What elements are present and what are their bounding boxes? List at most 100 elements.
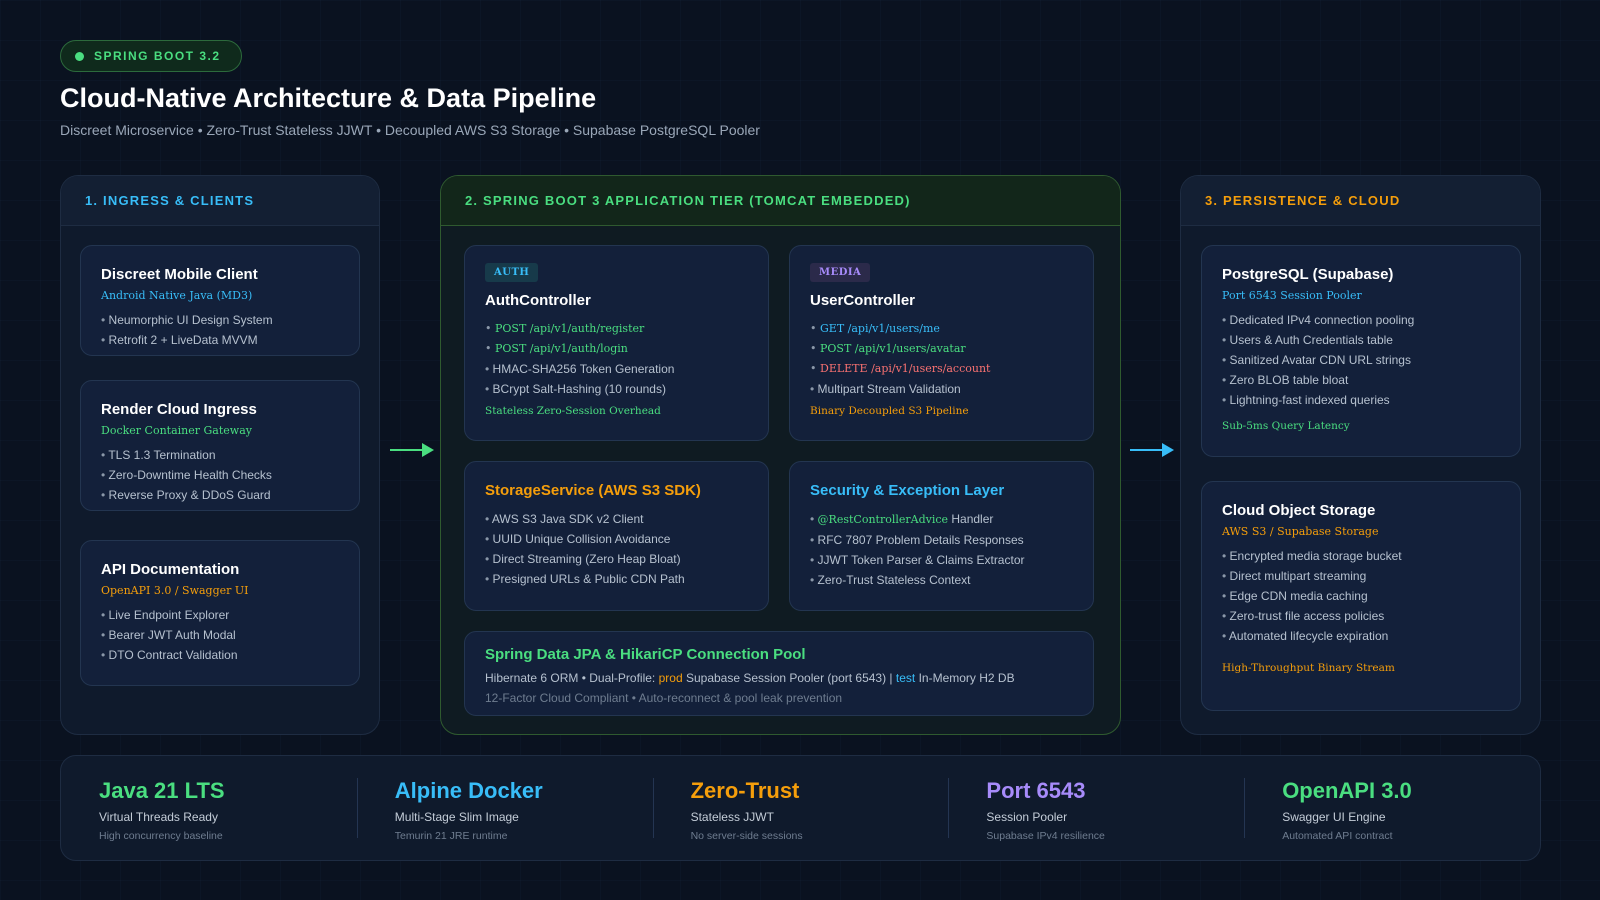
stat-java: Java 21 LTS Virtual Threads Ready High c… (61, 756, 357, 860)
version-badge: SPRING BOOT 3.2 (60, 40, 242, 72)
persistence-panel: 3. PERSISTENCE & CLOUD PostgreSQL (Supab… (1180, 175, 1541, 735)
stat-value: OpenAPI 3.0 (1282, 778, 1412, 803)
page-subtitle: Discreet Microservice • Zero-Trust State… (60, 122, 760, 138)
ingress-to-app-arrow-icon (390, 443, 434, 457)
stat-value: Zero-Trust (690, 778, 800, 803)
stat-value: Java 21 LTS (99, 778, 225, 803)
bullet: UUID Unique Collision Avoidance (485, 529, 748, 549)
endpoint-avatar: POST /api/v1/users/avatar (810, 339, 1073, 359)
bullet: Retrofit 2 + LiveData MVVM (101, 330, 339, 350)
media-tag: MEDIA (810, 263, 871, 282)
ingress-panel: 1. INGRESS & CLIENTS Discreet Mobile Cli… (60, 175, 380, 735)
card-title: AuthController (485, 292, 591, 309)
jpa-hikari-card: Spring Data JPA & HikariCP Connection Po… (464, 631, 1094, 716)
bullet: Lightning-fast indexed queries (1222, 390, 1500, 410)
bullet: Zero-Downtime Health Checks (101, 465, 339, 485)
app-to-persistence-arrow-icon (1130, 443, 1174, 457)
ingress-heading: 1. INGRESS & CLIENTS (61, 176, 379, 226)
security-layer-card: Security & Exception Layer @RestControll… (789, 461, 1094, 611)
status-dot-icon (75, 51, 84, 61)
bullet: Reverse Proxy & DDoS Guard (101, 485, 339, 505)
auth-tag: AUTH (485, 263, 539, 282)
jpa-compliance-line: 12-Factor Cloud Compliant • Auto-reconne… (485, 691, 843, 705)
bullet: TLS 1.3 Termination (101, 445, 339, 465)
endpoint-me: GET /api/v1/users/me (810, 319, 1073, 339)
card-title: PostgreSQL (Supabase) (1222, 266, 1394, 283)
card-note: Sub-5ms Query Latency (1222, 420, 1350, 432)
card-note: High-Throughput Binary Stream (1222, 662, 1395, 674)
bullet: JJWT Token Parser & Claims Extractor (810, 550, 1073, 570)
bullet: RFC 7807 Problem Details Responses (810, 530, 1073, 550)
card-title: UserController (810, 292, 916, 309)
bullet: Multipart Stream Validation (810, 379, 1073, 399)
bullet: Zero-trust file access policies (1222, 606, 1500, 626)
stat-label: Virtual Threads Ready (99, 810, 218, 824)
bullet: Automated lifecycle expiration (1222, 626, 1500, 646)
bullet: Zero BLOB table bloat (1222, 370, 1500, 390)
bullet: Bearer JWT Auth Modal (101, 625, 339, 645)
card-title: API Documentation (101, 561, 240, 578)
stat-zero-trust: Zero-Trust Stateless JJWT No server-side… (652, 756, 949, 860)
bullet: AWS S3 Java SDK v2 Client (485, 509, 748, 529)
stats-bar: Java 21 LTS Virtual Threads Ready High c… (60, 755, 1541, 861)
bullet: Presigned URLs & Public CDN Path (485, 569, 748, 589)
bullet: Encrypted media storage bucket (1222, 546, 1500, 566)
card-title: Discreet Mobile Client (101, 266, 258, 283)
jpa-profile-line: Hibernate 6 ORM • Dual-Profile: prod Sup… (485, 671, 1015, 685)
card-note: Binary Decoupled S3 Pipeline (810, 405, 969, 417)
postgres-card: PostgreSQL (Supabase) Port 6543 Session … (1201, 245, 1521, 457)
stat-port: Port 6543 Session Pooler Supabase IPv4 r… (948, 756, 1244, 860)
endpoint-register: POST /api/v1/auth/register (485, 319, 748, 339)
card-subtitle: Docker Container Gateway (101, 424, 252, 437)
card-note: Stateless Zero-Session Overhead (485, 405, 661, 417)
bullet: Sanitized Avatar CDN URL strings (1222, 350, 1500, 370)
bullet: Live Endpoint Explorer (101, 605, 339, 625)
storage-service-card: StorageService (AWS S3 SDK) AWS S3 Java … (464, 461, 769, 611)
stat-note: Temurin 21 JRE runtime (394, 830, 508, 842)
bullet: @RestControllerAdvice Handler (810, 509, 1073, 530)
application-tier-heading: 2. SPRING BOOT 3 APPLICATION TIER (TOMCA… (441, 176, 1120, 226)
card-title: Render Cloud Ingress (101, 401, 257, 418)
auth-controller-card: AUTH AuthController POST /api/v1/auth/re… (464, 245, 769, 441)
bullet: Dedicated IPv4 connection pooling (1222, 310, 1500, 330)
mobile-client-card: Discreet Mobile Client Android Native Ja… (80, 245, 360, 356)
stat-label: Session Pooler (986, 810, 1068, 824)
bullet: Users & Auth Credentials table (1222, 330, 1500, 350)
stat-openapi: OpenAPI 3.0 Swagger UI Engine Automated … (1244, 756, 1540, 860)
api-docs-card: API Documentation OpenAPI 3.0 / Swagger … (80, 540, 360, 686)
bullet: Zero-Trust Stateless Context (810, 570, 1073, 590)
stat-note: No server-side sessions (690, 830, 803, 842)
stat-label: Multi-Stage Slim Image (394, 810, 519, 824)
application-tier-panel: 2. SPRING BOOT 3 APPLICATION TIER (TOMCA… (440, 175, 1121, 735)
card-subtitle: AWS S3 / Supabase Storage (1222, 525, 1379, 538)
stat-note: High concurrency baseline (99, 830, 223, 842)
user-controller-card: MEDIA UserController GET /api/v1/users/m… (789, 245, 1094, 441)
card-title: Cloud Object Storage (1222, 502, 1376, 519)
stat-value: Alpine Docker (394, 778, 543, 803)
card-subtitle: Port 6543 Session Pooler (1222, 289, 1362, 302)
page-title: Cloud-Native Architecture & Data Pipelin… (60, 83, 597, 113)
render-ingress-card: Render Cloud Ingress Docker Container Ga… (80, 380, 360, 511)
stat-docker: Alpine Docker Multi-Stage Slim Image Tem… (356, 756, 653, 860)
card-title: Spring Data JPA & HikariCP Connection Po… (485, 646, 806, 663)
card-subtitle: Android Native Java (MD3) (101, 289, 253, 302)
bullet: Edge CDN media caching (1222, 586, 1500, 606)
bullet: Neumorphic UI Design System (101, 310, 339, 330)
stat-note: Automated API contract (1282, 830, 1393, 842)
badge-label: SPRING BOOT 3.2 (94, 49, 221, 63)
bullet: BCrypt Salt-Hashing (10 rounds) (485, 379, 748, 399)
card-title: StorageService (AWS S3 SDK) (485, 482, 701, 499)
endpoint-login: POST /api/v1/auth/login (485, 339, 748, 359)
stat-label: Stateless JJWT (690, 810, 774, 824)
card-subtitle: OpenAPI 3.0 / Swagger UI (101, 584, 249, 597)
card-title: Security & Exception Layer (810, 482, 1005, 499)
bullet: DTO Contract Validation (101, 645, 339, 665)
persistence-heading: 3. PERSISTENCE & CLOUD (1181, 176, 1540, 226)
stat-note: Supabase IPv4 resilience (986, 830, 1105, 842)
object-storage-card: Cloud Object Storage AWS S3 / Supabase S… (1201, 481, 1521, 711)
bullet: Direct multipart streaming (1222, 566, 1500, 586)
endpoint-delete-account: DELETE /api/v1/users/account (810, 359, 1073, 379)
stat-label: Swagger UI Engine (1282, 810, 1386, 824)
bullet: HMAC-SHA256 Token Generation (485, 359, 748, 379)
bullet: Direct Streaming (Zero Heap Bloat) (485, 549, 748, 569)
